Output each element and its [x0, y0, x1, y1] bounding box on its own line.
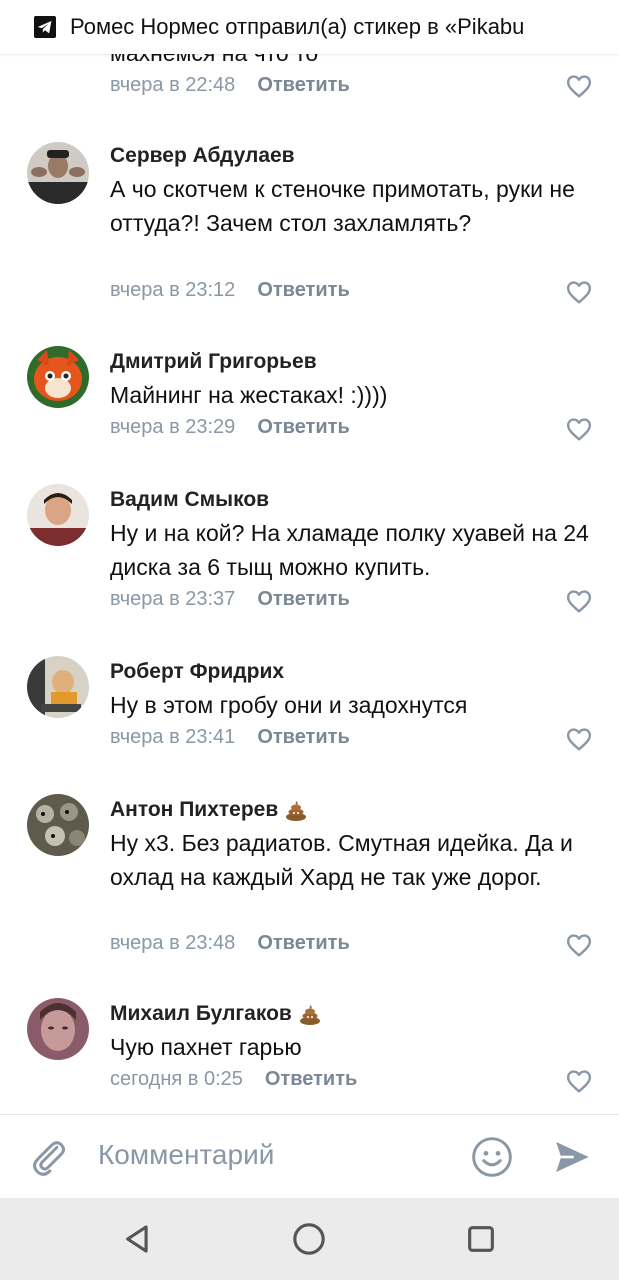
system-nav-bar — [0, 1198, 619, 1280]
reply-button[interactable]: Ответить — [257, 279, 349, 301]
avatar[interactable] — [27, 656, 89, 718]
comment-author[interactable]: Михаил Булгаков — [110, 1002, 322, 1026]
heart-icon[interactable] — [566, 933, 592, 957]
heart-icon[interactable] — [566, 1069, 592, 1093]
comment-time: вчера в 23:37 — [110, 588, 236, 610]
heart-icon[interactable] — [566, 280, 592, 304]
back-triangle-icon[interactable] — [122, 1222, 156, 1256]
comment-input[interactable] — [98, 1139, 438, 1171]
comment-meta: вчера в 23:41 Ответить — [110, 726, 350, 749]
reply-button[interactable]: Ответить — [265, 1068, 357, 1090]
avatar[interactable] — [27, 346, 89, 408]
comment-time: вчера в 23:29 — [110, 416, 236, 438]
comment-text: Майнинг на жестаках! :)))) — [110, 382, 388, 408]
author-name[interactable]: Дмитрий Григорьев — [110, 350, 317, 374]
comment-text: Ну и на кой? На хламаде полку хуавей на … — [110, 520, 589, 580]
comment-author[interactable]: Сервер Абдулаев — [110, 144, 295, 168]
telegram-icon — [34, 16, 56, 38]
recents-square-icon[interactable] — [464, 1222, 498, 1256]
comment-composer — [0, 1114, 619, 1199]
notification-banner[interactable]: Ромес Нормес отправил(а) стикер в «Pikab… — [0, 0, 619, 54]
comment-time: вчера в 23:41 — [110, 726, 236, 748]
comment-time: вчера в 22:48 — [110, 74, 236, 96]
comment-author[interactable]: Дмитрий Григорьев — [110, 350, 317, 374]
send-icon[interactable] — [552, 1137, 592, 1177]
avatar[interactable] — [27, 484, 89, 546]
heart-icon[interactable] — [566, 417, 592, 441]
avatar[interactable] — [27, 794, 89, 856]
comment-time: сегодня в 0:25 — [110, 1068, 243, 1090]
comment-meta: вчера в 22:48 Ответить — [110, 74, 350, 97]
comment-time: вчера в 23:12 — [110, 279, 236, 301]
heart-icon[interactable] — [566, 589, 592, 613]
reply-button[interactable]: Ответить — [257, 932, 349, 954]
smile-icon[interactable] — [470, 1135, 514, 1179]
comment-meta: вчера в 23:48 Ответить — [110, 932, 350, 955]
author-name[interactable]: Роберт Фридрих — [110, 660, 284, 684]
heart-icon[interactable] — [566, 727, 592, 751]
author-name[interactable]: Сервер Абдулаев — [110, 144, 295, 168]
comment-meta: вчера в 23:12 Ответить — [110, 279, 350, 302]
comment-text: Чую пахнет гарью — [110, 1034, 302, 1060]
comment-meta: вчера в 23:37 Ответить — [110, 588, 350, 611]
heart-icon[interactable] — [566, 74, 592, 98]
avatar[interactable] — [27, 142, 89, 204]
comment-author[interactable]: Роберт Фридрих — [110, 660, 284, 684]
comment-meta: сегодня в 0:25 Ответить — [110, 1068, 357, 1091]
comment-meta: вчера в 23:29 Ответить — [110, 416, 350, 439]
comment-author[interactable]: Антон Пихтерев — [110, 798, 308, 822]
avatar[interactable] — [27, 998, 89, 1060]
reply-button[interactable]: Ответить — [257, 74, 349, 96]
comment-time: вчера в 23:48 — [110, 932, 236, 954]
reply-button[interactable]: Ответить — [257, 416, 349, 438]
poop-emoji-icon — [299, 1005, 320, 1025]
comment-text: А чо скотчем к стеночке примотать, руки … — [110, 176, 575, 236]
reply-button[interactable]: Ответить — [257, 726, 349, 748]
comment-text: Ну в этом гробу они и задохнутся — [110, 692, 468, 718]
reply-button[interactable]: Ответить — [257, 588, 349, 610]
poop-emoji-icon — [286, 801, 307, 821]
author-name[interactable]: Антон Пихтерев — [110, 798, 278, 822]
author-name[interactable]: Михаил Булгаков — [110, 1002, 292, 1026]
author-name[interactable]: Вадим Смыков — [110, 488, 269, 512]
comments-list[interactable]: махнемся на что то вчера в 22:48Ответить… — [0, 0, 619, 1114]
comment-text: Ну х3. Без радиатов. Смутная идейка. Да … — [110, 830, 573, 890]
home-circle-icon[interactable] — [292, 1222, 326, 1256]
notification-text: Ромес Нормес отправил(а) стикер в «Pikab… — [70, 14, 610, 40]
paperclip-icon[interactable] — [28, 1135, 70, 1179]
comment-author[interactable]: Вадим Смыков — [110, 488, 269, 512]
